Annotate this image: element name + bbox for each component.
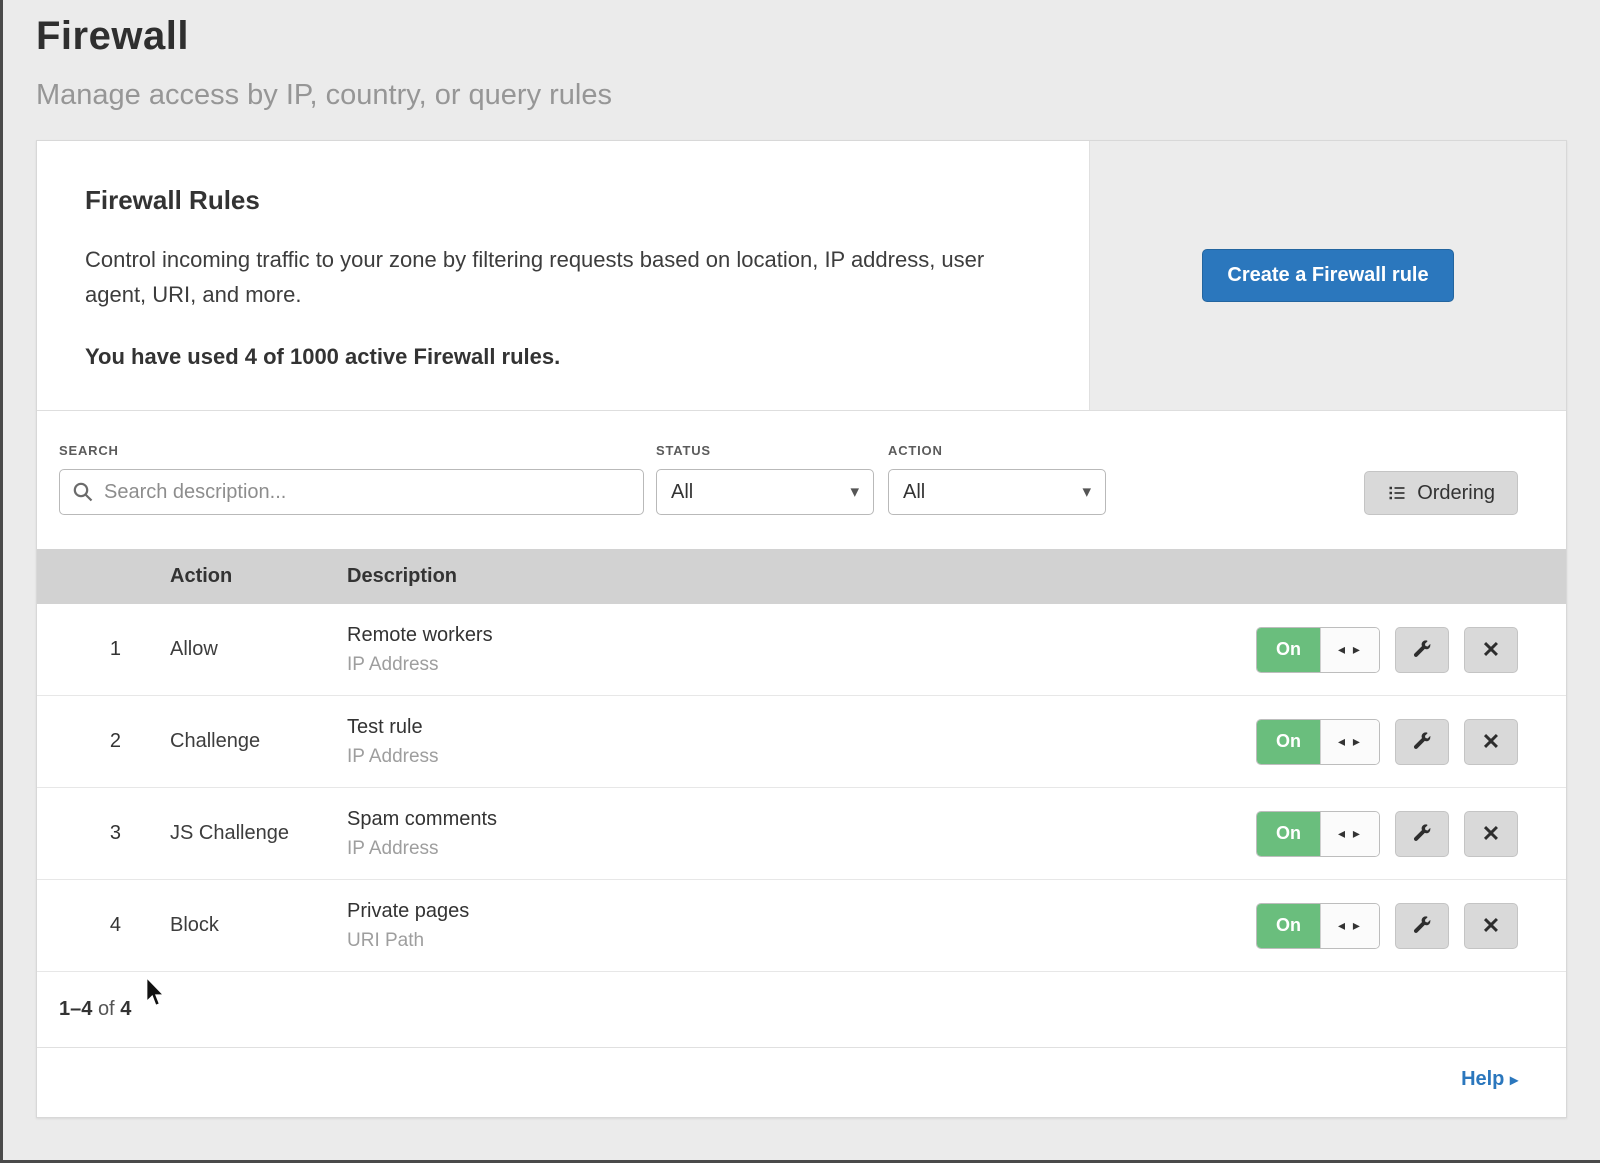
wrench-icon xyxy=(1412,639,1433,660)
table-row: 3 JS Challenge Spam comments IP Address … xyxy=(37,788,1566,880)
table-row: 2 Challenge Test rule IP Address On ◂ ▸ … xyxy=(37,696,1566,788)
rule-type: IP Address xyxy=(347,838,1256,860)
help-row: Help ▸ xyxy=(37,1048,1566,1117)
rule-name: Test rule xyxy=(347,716,1256,739)
firewall-rules-card: Firewall Rules Control incoming traffic … xyxy=(36,140,1567,1118)
rule-controls: On ◂ ▸ ✕ xyxy=(1256,719,1566,765)
close-icon: ✕ xyxy=(1482,913,1500,939)
pagination-total: 4 xyxy=(120,998,131,1020)
delete-rule-button[interactable]: ✕ xyxy=(1464,627,1518,673)
pagination: 1–4 of 4 xyxy=(37,972,1566,1048)
wrench-icon xyxy=(1412,731,1433,752)
close-icon: ✕ xyxy=(1482,821,1500,847)
rule-controls: On ◂ ▸ ✕ xyxy=(1256,627,1566,673)
chevron-down-icon: ▾ xyxy=(1082,482,1091,502)
pagination-of: of xyxy=(98,998,115,1020)
toggle-arrows-icon: ◂ ▸ xyxy=(1320,812,1379,856)
rules-summary: Firewall Rules Control incoming traffic … xyxy=(37,141,1089,410)
delete-rule-button[interactable]: ✕ xyxy=(1464,811,1518,857)
delete-rule-button[interactable]: ✕ xyxy=(1464,719,1518,765)
status-filter-group: STATUS All ▾ xyxy=(656,443,874,515)
toggle-arrows-icon: ◂ ▸ xyxy=(1320,628,1379,672)
rule-priority: 3 xyxy=(110,822,170,845)
help-link[interactable]: Help ▸ xyxy=(1461,1068,1518,1090)
rule-type: IP Address xyxy=(347,654,1256,676)
rule-name: Remote workers xyxy=(347,624,1256,647)
rule-enable-toggle[interactable]: On ◂ ▸ xyxy=(1256,811,1380,857)
rules-heading: Firewall Rules xyxy=(85,185,1041,216)
column-action: Action xyxy=(170,565,347,588)
card-top-section: Firewall Rules Control incoming traffic … xyxy=(37,141,1566,411)
search-input[interactable] xyxy=(59,469,644,515)
rules-usage-count: You have used 4 of 1000 active Firewall … xyxy=(85,344,1041,370)
rule-enable-toggle[interactable]: On ◂ ▸ xyxy=(1256,627,1380,673)
toggle-on-label: On xyxy=(1257,720,1320,764)
rule-enable-toggle[interactable]: On ◂ ▸ xyxy=(1256,903,1380,949)
toggle-arrows-icon: ◂ ▸ xyxy=(1320,904,1379,948)
edit-rule-button[interactable] xyxy=(1395,811,1449,857)
ordering-button[interactable]: Ordering xyxy=(1364,471,1518,515)
search-icon xyxy=(71,480,95,504)
toggle-arrows-icon: ◂ ▸ xyxy=(1320,720,1379,764)
action-select[interactable]: All ▾ xyxy=(888,469,1106,515)
chevron-down-icon: ▾ xyxy=(850,482,859,502)
ordering-label: Ordering xyxy=(1417,482,1495,505)
toggle-on-label: On xyxy=(1257,628,1320,672)
edit-rule-button[interactable] xyxy=(1395,903,1449,949)
ordering-list-icon xyxy=(1387,483,1407,503)
rule-priority: 4 xyxy=(110,914,170,937)
create-rule-panel: Create a Firewall rule xyxy=(1089,141,1566,410)
search-label: SEARCH xyxy=(59,443,644,458)
create-firewall-rule-button[interactable]: Create a Firewall rule xyxy=(1202,249,1453,302)
status-select-value: All xyxy=(671,481,693,504)
status-label: STATUS xyxy=(656,443,874,458)
rule-priority: 1 xyxy=(110,638,170,661)
page-title: Firewall xyxy=(36,14,1600,59)
toggle-on-label: On xyxy=(1257,904,1320,948)
table-row: 1 Allow Remote workers IP Address On ◂ ▸… xyxy=(37,604,1566,696)
rule-enable-toggle[interactable]: On ◂ ▸ xyxy=(1256,719,1380,765)
close-icon: ✕ xyxy=(1482,729,1500,755)
rule-type: URI Path xyxy=(347,930,1256,952)
action-label: ACTION xyxy=(888,443,1106,458)
page-subtitle: Manage access by IP, country, or query r… xyxy=(36,79,1600,112)
page-header: Firewall Manage access by IP, country, o… xyxy=(3,0,1600,112)
edit-rule-button[interactable] xyxy=(1395,719,1449,765)
help-label: Help xyxy=(1461,1068,1504,1090)
search-wrap xyxy=(59,469,644,515)
search-filter-group: SEARCH xyxy=(59,443,644,515)
action-select-value: All xyxy=(903,481,925,504)
rule-name: Private pages xyxy=(347,900,1256,923)
rules-description: Control incoming traffic to your zone by… xyxy=(85,242,1035,312)
rule-action: JS Challenge xyxy=(170,822,347,845)
rule-controls: On ◂ ▸ ✕ xyxy=(1256,903,1566,949)
help-arrow-icon: ▸ xyxy=(1510,1072,1518,1089)
rule-description-cell: Spam comments IP Address xyxy=(347,808,1256,860)
rule-priority: 2 xyxy=(110,730,170,753)
rule-type: IP Address xyxy=(347,746,1256,768)
rule-controls: On ◂ ▸ ✕ xyxy=(1256,811,1566,857)
toggle-on-label: On xyxy=(1257,812,1320,856)
wrench-icon xyxy=(1412,915,1433,936)
rule-action: Allow xyxy=(170,638,347,661)
rule-name: Spam comments xyxy=(347,808,1256,831)
table-row: 4 Block Private pages URI Path On ◂ ▸ ✕ xyxy=(37,880,1566,972)
rule-action: Challenge xyxy=(170,730,347,753)
pagination-range: 1–4 xyxy=(59,998,92,1020)
delete-rule-button[interactable]: ✕ xyxy=(1464,903,1518,949)
table-header: Action Description xyxy=(37,549,1566,604)
filter-bar: SEARCH STATUS All ▾ ACTION All ▾ xyxy=(37,411,1566,549)
wrench-icon xyxy=(1412,823,1433,844)
rule-description-cell: Remote workers IP Address xyxy=(347,624,1256,676)
edit-rule-button[interactable] xyxy=(1395,627,1449,673)
rule-action: Block xyxy=(170,914,347,937)
rule-description-cell: Test rule IP Address xyxy=(347,716,1256,768)
status-select[interactable]: All ▾ xyxy=(656,469,874,515)
action-filter-group: ACTION All ▾ xyxy=(888,443,1106,515)
rule-description-cell: Private pages URI Path xyxy=(347,900,1256,952)
column-description: Description xyxy=(347,565,1566,588)
close-icon: ✕ xyxy=(1482,637,1500,663)
